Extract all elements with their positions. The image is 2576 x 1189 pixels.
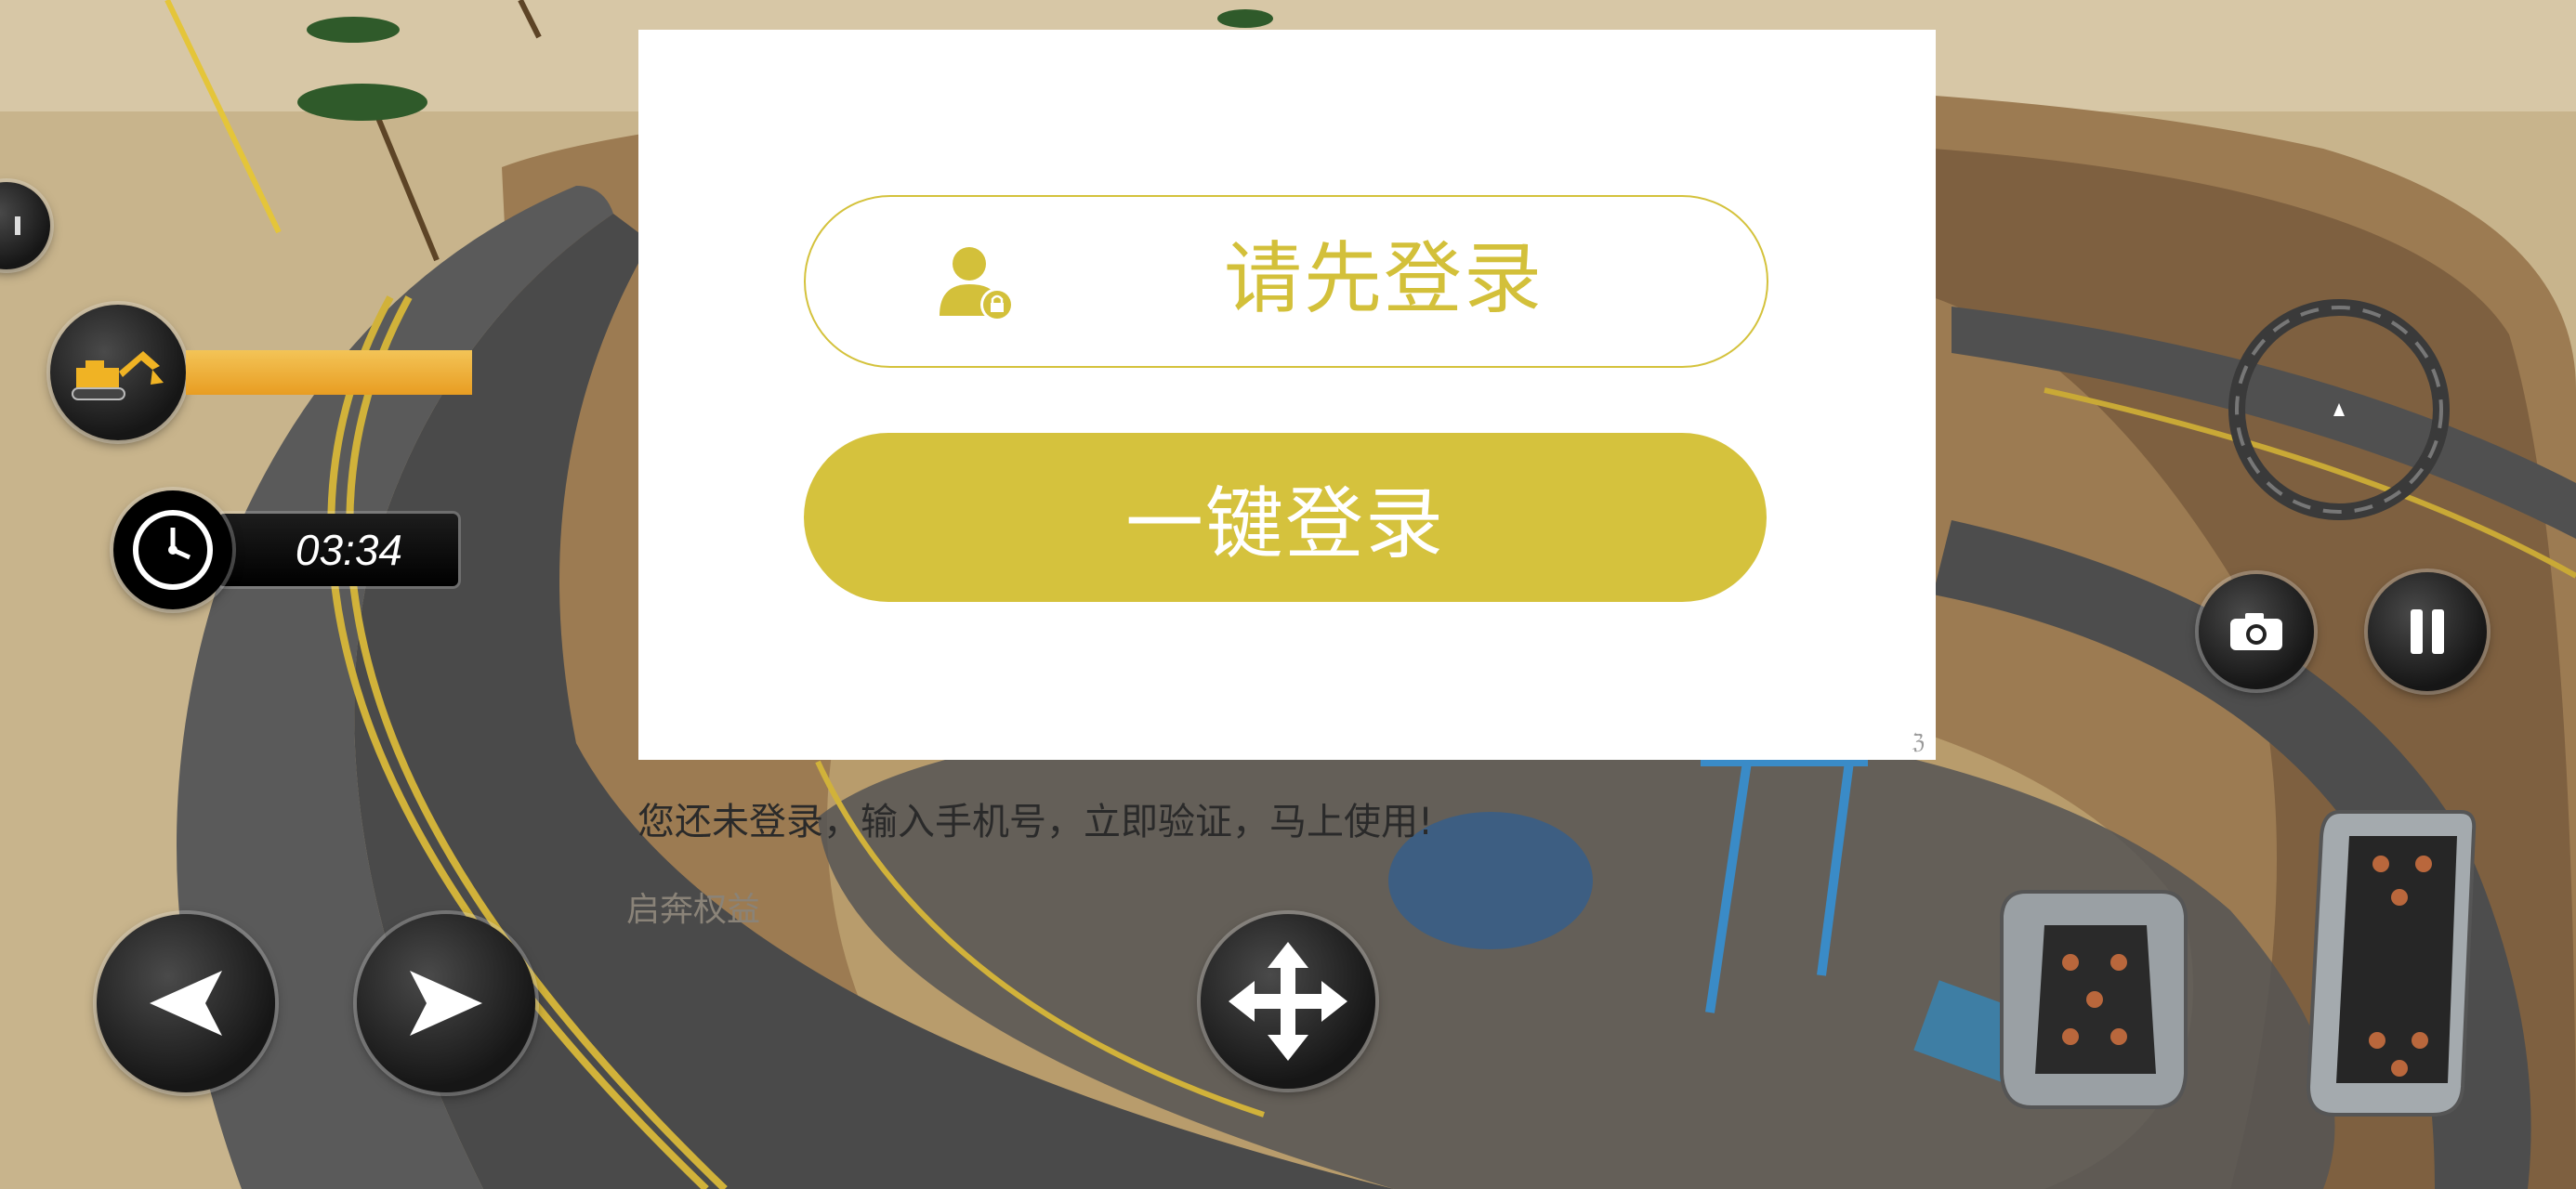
move-arrows-icon: [1229, 942, 1347, 1061]
timer-display: 03:34: [218, 514, 458, 586]
arrow-right-icon: [410, 971, 482, 1036]
clock-icon: [113, 490, 232, 609]
progress-bar: [186, 350, 472, 395]
game-scene: 03:34 请先登录 一键登录 ℨ 您还未登录，输入手机号，立即验证，马上使用!…: [0, 0, 2576, 1189]
steer-left-button[interactable]: [97, 914, 275, 1092]
brake-pedal-icon: [2000, 890, 2188, 1109]
login-hint-text: 您还未登录，输入手机号，立即验证，马上使用!: [637, 801, 1434, 843]
progress-bar-fill: [186, 350, 472, 395]
gas-pedal-button[interactable]: [2303, 808, 2477, 1118]
brake-pedal-button[interactable]: [1998, 888, 2189, 1111]
user-lock-icon: [940, 247, 1014, 321]
login-dialog: 请先登录 一键登录 ℨ: [638, 30, 1936, 760]
one-click-login-label: 一键登录: [1124, 477, 1445, 569]
gas-pedal-icon: [2306, 810, 2477, 1117]
benefits-link[interactable]: 启奔权益: [626, 882, 760, 931]
one-click-login-button[interactable]: 一键登录: [804, 433, 1767, 602]
camera-icon: [2230, 613, 2282, 650]
timer-value: 03:34: [295, 526, 402, 574]
login-prompt-field[interactable]: 请先登录: [804, 195, 1768, 368]
move-control-button[interactable]: [1201, 914, 1375, 1089]
steer-right-button[interactable]: [357, 914, 535, 1092]
login-prompt-label: 请先登录: [1224, 233, 1544, 324]
dialog-corner-mark: ℨ: [1912, 731, 1925, 754]
minimap-compass-icon: [2223, 294, 2455, 526]
pause-button[interactable]: [2368, 572, 2487, 691]
excavator-icon: [50, 305, 186, 440]
arrow-left-icon: [150, 971, 222, 1036]
pause-icon: [2411, 609, 2444, 654]
camera-button[interactable]: [2199, 574, 2314, 689]
